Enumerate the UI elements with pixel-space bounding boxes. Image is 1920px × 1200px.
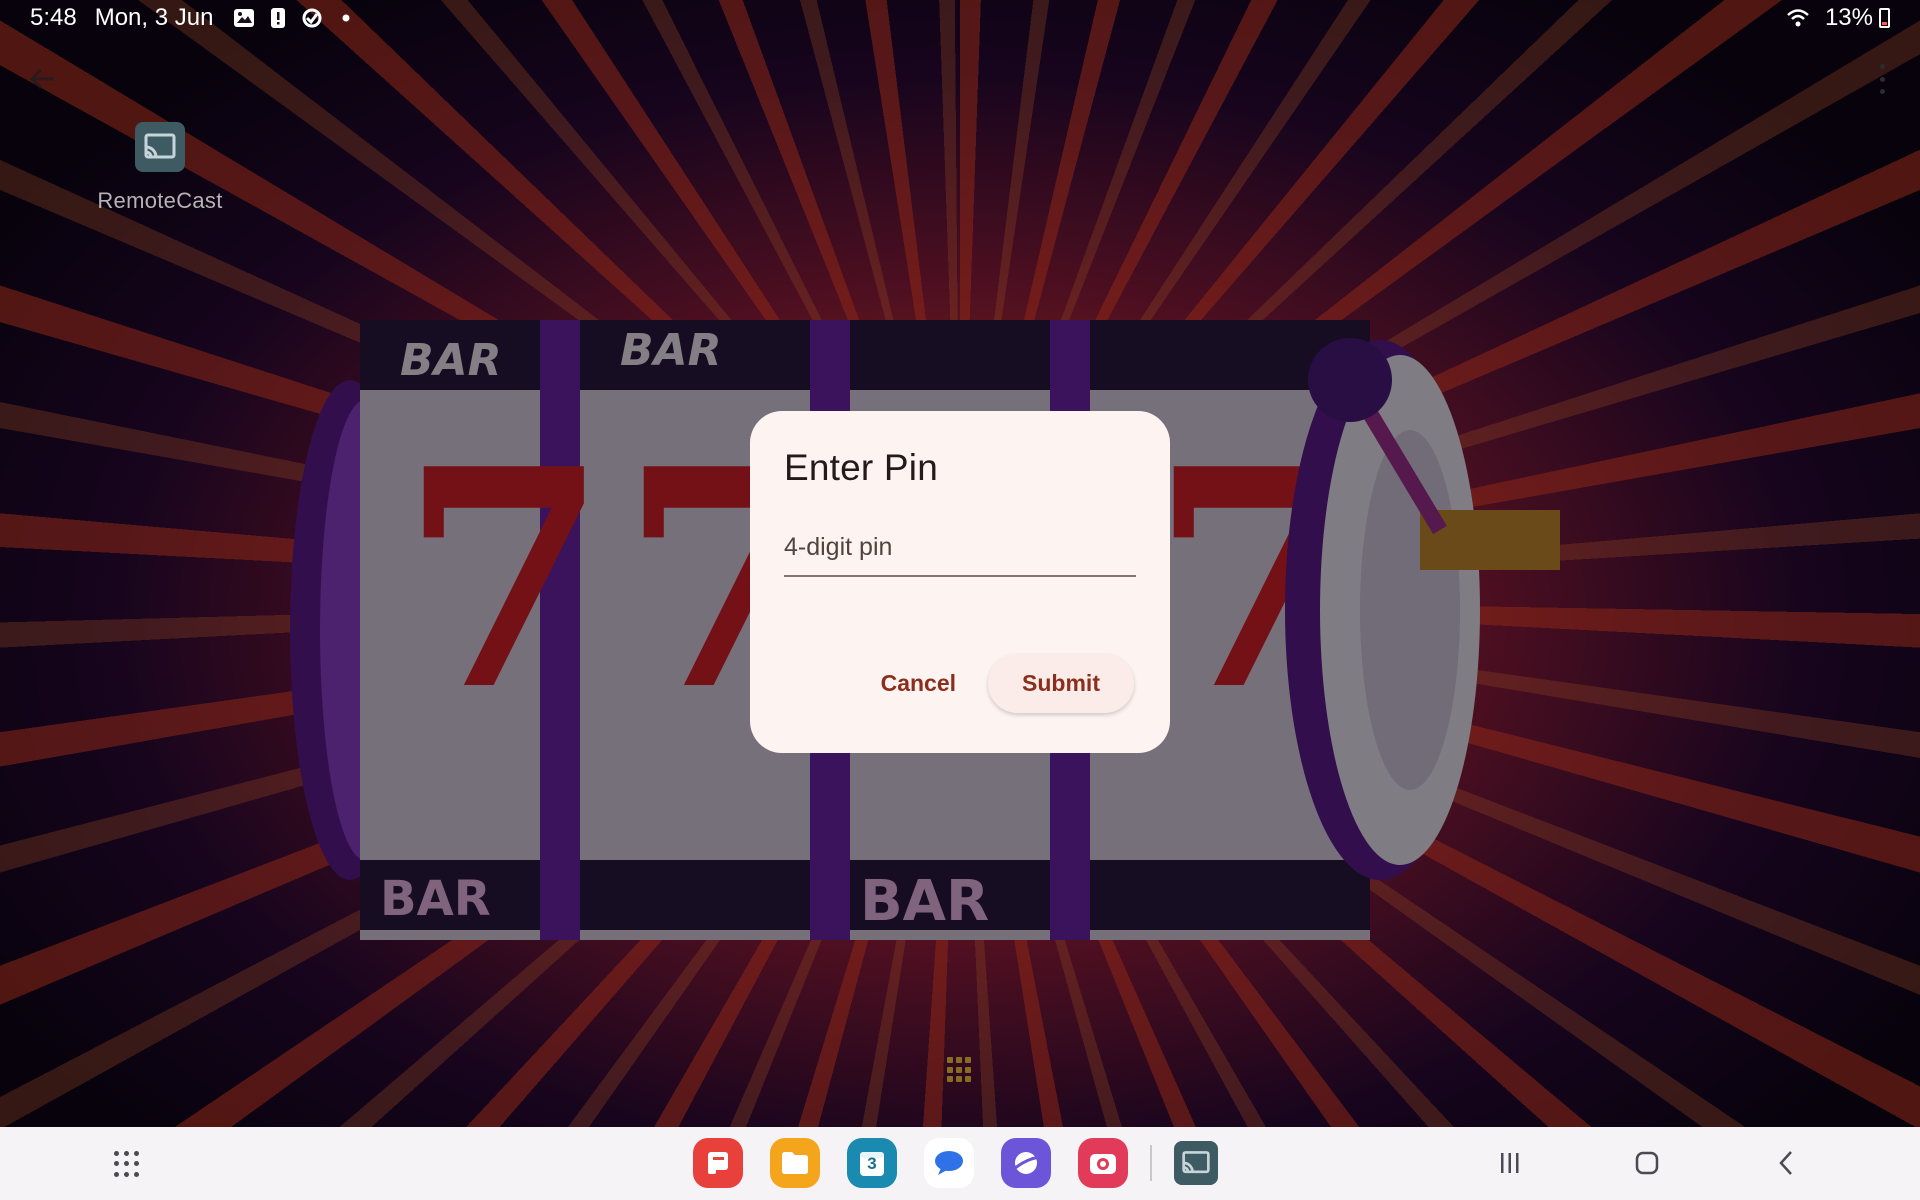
wifi-icon	[1785, 5, 1811, 31]
submit-button[interactable]: Submit	[988, 654, 1134, 713]
cast-icon[interactable]	[1174, 1141, 1218, 1185]
taskbar: 3	[0, 1127, 1920, 1200]
messages-icon[interactable]	[924, 1138, 974, 1188]
battery-percent: 13%	[1824, 4, 1873, 31]
battery-icon	[1879, 8, 1890, 28]
folder-icon[interactable]	[770, 1138, 820, 1188]
gallery-icon	[231, 5, 257, 31]
dot-icon	[333, 5, 359, 31]
dialog-title: Enter Pin	[784, 447, 938, 488]
calendar-icon[interactable]: 3	[847, 1138, 897, 1188]
app-label: RemoteCast	[97, 188, 223, 213]
notes-icon[interactable]	[693, 1138, 743, 1188]
cast-icon	[135, 122, 185, 172]
status-date: Mon, 3 Jun	[94, 4, 214, 31]
cancel-button[interactable]: Cancel	[871, 656, 966, 711]
status-bar: 5:48 Mon, 3 Jun 13%	[0, 0, 1920, 36]
enter-pin-dialog: Enter Pin Cancel Submit	[750, 411, 1170, 753]
dock-separator	[1150, 1145, 1152, 1181]
alert-icon	[265, 5, 291, 31]
dock: 3	[693, 1137, 1245, 1189]
app-grid-indicator-icon[interactable]	[947, 1057, 973, 1083]
recents-icon[interactable]	[1490, 1145, 1530, 1181]
sync-icon	[299, 5, 325, 31]
back-arrow-icon[interactable]	[26, 62, 60, 96]
calendar-date: 3	[867, 1154, 877, 1173]
home-icon[interactable]	[1627, 1145, 1667, 1181]
remotecast-app-shortcut[interactable]: RemoteCast	[80, 122, 240, 214]
pin-input[interactable]	[784, 531, 1136, 577]
dialog-actions: Cancel Submit	[871, 654, 1134, 713]
browser-icon[interactable]	[1001, 1138, 1051, 1188]
apps-grid-icon[interactable]	[114, 1151, 140, 1177]
status-time: 5:48	[30, 4, 77, 31]
overflow-menu-icon[interactable]	[1874, 64, 1890, 94]
back-icon[interactable]	[1766, 1145, 1806, 1181]
camera-icon[interactable]	[1078, 1138, 1128, 1188]
